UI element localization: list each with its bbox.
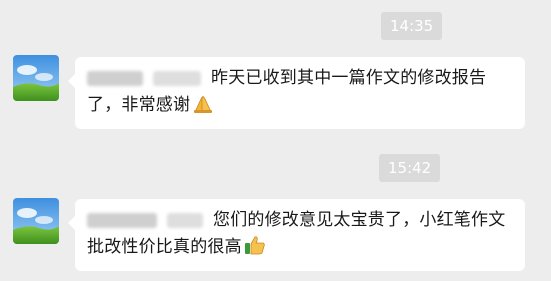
redacted-sender-name: [167, 212, 203, 228]
redacted-sender-name: [153, 70, 201, 86]
landscape-avatar-image: [13, 55, 59, 101]
message-text: 昨天已收到其中一篇作文的修改报告了，非常感谢: [87, 68, 487, 115]
folded-hands-icon: [192, 93, 214, 122]
message-bubble[interactable]: 昨天已收到其中一篇作文的修改报告了，非常感谢: [68, 57, 525, 129]
avatar[interactable]: [13, 55, 59, 101]
timestamp: 15:42: [379, 154, 441, 182]
avatar[interactable]: [13, 198, 59, 244]
landscape-avatar-image: [13, 198, 59, 244]
redacted-sender-name: [87, 70, 143, 86]
redacted-sender-name: [87, 212, 157, 228]
message-bubble[interactable]: 您们的修改意见太宝贵了，小红笔作文批改性价比真的很高: [68, 199, 525, 271]
timestamp: 14:35: [381, 12, 443, 40]
thumbs-up-icon: [244, 235, 266, 264]
